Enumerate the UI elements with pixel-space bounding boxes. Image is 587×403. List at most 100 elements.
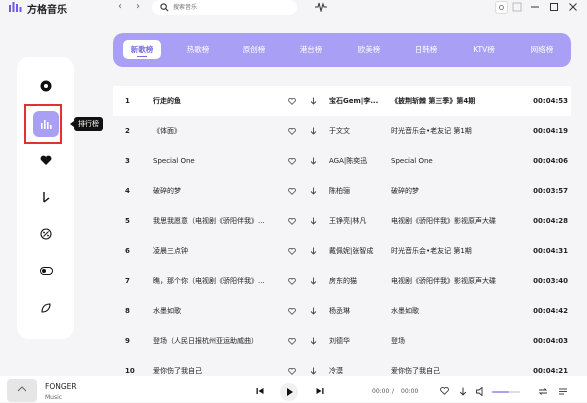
song-artist[interactable]: 陈柏骊 [329, 176, 387, 206]
sidebar-item-favorites[interactable] [33, 147, 59, 173]
like-heart-icon[interactable] [288, 176, 298, 206]
song-album[interactable]: 破碎的梦 [391, 176, 521, 206]
search-box[interactable] [152, 0, 297, 15]
song-title[interactable]: 登场（人民日报杭州亚运助威曲） [153, 326, 283, 356]
like-heart-icon[interactable] [288, 326, 298, 356]
song-row[interactable]: 7 瞧，那个你（电视剧《骄阳伴我》... 房东的猫 电视剧《骄阳伴我》影视原声大碟 00… [113, 266, 571, 296]
song-album[interactable]: 电视剧《骄阳伴我》影视原声大碟 [391, 206, 521, 236]
like-heart-icon[interactable] [288, 236, 298, 266]
song-album[interactable]: 时光音乐会•老友记 第1期 [391, 236, 521, 266]
song-album[interactable]: 水墨如歌 [391, 296, 521, 326]
download-icon[interactable] [310, 86, 320, 116]
sidebar-item-discover[interactable] [33, 73, 59, 99]
like-icon[interactable] [440, 387, 449, 395]
window-restore-icon[interactable] [512, 2, 522, 12]
close-icon[interactable] [568, 2, 578, 12]
volume-icon[interactable] [476, 387, 486, 396]
sidebar-item-theme[interactable] [33, 295, 59, 321]
tab-original[interactable]: 原创榜 [235, 40, 273, 59]
tab-new-songs[interactable]: 新歌榜 [123, 40, 161, 59]
skin-button[interactable] [495, 1, 508, 14]
song-duration: 00:04:19 [533, 127, 568, 135]
volume-slider[interactable] [492, 391, 520, 393]
play-button[interactable] [280, 383, 298, 401]
song-row[interactable]: 5 我思我愿意（电视剧《骄阳伴我》... 王铮亮|林凡 电视剧《骄阳伴我》影视原声大碟… [113, 206, 571, 236]
song-rank: 4 [125, 187, 130, 195]
tab-hot-songs[interactable]: 热歌榜 [179, 40, 217, 59]
tab-jp-kr[interactable]: 日韩榜 [407, 40, 445, 59]
song-artist[interactable]: 于文文 [329, 116, 387, 146]
tab-hk-tw[interactable]: 港台榜 [292, 40, 330, 59]
forward-button[interactable]: › [132, 1, 144, 13]
song-artist[interactable]: AGA|陈奕迅 [329, 146, 387, 176]
song-artist[interactable]: 王铮亮|林凡 [329, 206, 387, 236]
time-separator: / [392, 388, 395, 395]
sidebar-item-settings-toggle[interactable] [33, 258, 59, 284]
song-artist[interactable]: 宝石Gem|李... [329, 86, 387, 116]
sidebar-item-downloads[interactable] [33, 184, 59, 210]
song-album[interactable]: 时光音乐会•老友记 第1期 [391, 116, 521, 146]
loop-mode-icon[interactable] [538, 387, 548, 396]
like-heart-icon[interactable] [288, 146, 298, 176]
song-duration: 00:04:31 [533, 247, 568, 255]
song-artist[interactable]: 房东的猫 [329, 266, 387, 296]
like-heart-icon[interactable] [288, 206, 298, 236]
song-title[interactable]: 凌晨三点钟 [153, 236, 283, 266]
song-artist[interactable]: 杨丞琳 [329, 296, 387, 326]
next-icon[interactable] [315, 386, 325, 396]
song-duration: 00:03:40 [533, 277, 568, 285]
maximize-icon[interactable] [549, 2, 559, 12]
song-album[interactable]: 电视剧《骄阳伴我》影视原声大碟 [391, 266, 521, 296]
download-icon[interactable] [310, 146, 320, 176]
like-heart-icon[interactable] [288, 296, 298, 326]
tab-ktv[interactable]: KTV榜 [464, 40, 504, 59]
sidebar-item-discount[interactable] [33, 221, 59, 247]
song-title[interactable]: Special One [153, 146, 283, 176]
active-tab-underline [137, 55, 147, 57]
song-title[interactable]: 我思我愿意（电视剧《骄阳伴我》... [153, 206, 283, 236]
song-title[interactable]: 行走的鱼 [153, 86, 283, 116]
back-button[interactable]: ‹ [114, 1, 126, 13]
download-icon[interactable] [459, 387, 467, 396]
tab-western[interactable]: 欧美榜 [350, 40, 388, 59]
song-duration: 00:04:06 [533, 157, 568, 165]
tab-network[interactable]: 网络榜 [522, 40, 562, 59]
song-row[interactable]: 4 破碎的梦 陈柏骊 破碎的梦 00:03:57 [113, 176, 571, 206]
like-heart-icon[interactable] [288, 116, 298, 146]
app-title: 方格音乐 [27, 5, 67, 16]
skin-icon [499, 5, 504, 10]
playlist-icon[interactable] [558, 387, 568, 396]
song-title[interactable]: 《体面》 [153, 116, 283, 146]
download-icon[interactable] [310, 116, 320, 146]
song-album[interactable]: 《披荆斩棘 第三季》第4期 [391, 86, 521, 116]
song-title[interactable]: 瞧，那个你（电视剧《骄阳伴我》... [153, 266, 283, 296]
song-row[interactable]: 8 水墨如歌 杨丞琳 水墨如歌 00:04:42 [113, 296, 571, 326]
song-album[interactable]: 登场 [391, 326, 521, 356]
song-rank: 5 [125, 217, 130, 225]
download-icon[interactable] [310, 296, 320, 326]
song-album[interactable]: Special One [391, 146, 521, 176]
download-icon[interactable] [310, 206, 320, 236]
like-heart-icon[interactable] [288, 86, 298, 116]
song-row[interactable]: 1 行走的鱼 宝石Gem|李... 《披荆斩棘 第三季》第4期 00:04:53 [113, 86, 571, 116]
album-cover[interactable] [7, 379, 37, 402]
download-icon[interactable] [310, 176, 320, 206]
song-artist[interactable]: 刘德华 [329, 326, 387, 356]
search-input[interactable] [173, 2, 283, 13]
song-rank: 2 [125, 127, 130, 135]
download-icon[interactable] [310, 266, 320, 296]
song-row[interactable]: 2 《体面》 于文文 时光音乐会•老友记 第1期 00:04:19 [113, 116, 571, 146]
download-icon[interactable] [310, 326, 320, 356]
previous-icon[interactable] [255, 386, 265, 396]
minimize-icon[interactable] [530, 2, 540, 12]
song-row[interactable]: 6 凌晨三点钟 戴佩妮|张智成 时光音乐会•老友记 第1期 00:04:31 [113, 236, 571, 266]
song-title[interactable]: 破碎的梦 [153, 176, 283, 206]
song-row[interactable]: 9 登场（人民日报杭州亚运助威曲） 刘德华 登场 00:04:03 [113, 326, 571, 356]
voice-wave-icon[interactable] [315, 2, 327, 12]
download-icon[interactable] [310, 236, 320, 266]
toggle-icon [39, 267, 53, 275]
song-title[interactable]: 水墨如歌 [153, 296, 283, 326]
like-heart-icon[interactable] [288, 266, 298, 296]
song-row[interactable]: 3 Special One AGA|陈奕迅 Special One 00:04:06 [113, 146, 571, 176]
song-artist[interactable]: 戴佩妮|张智成 [329, 236, 387, 266]
